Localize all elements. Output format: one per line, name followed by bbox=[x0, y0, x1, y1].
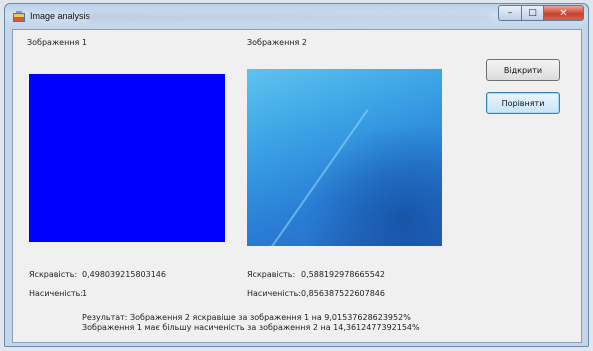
compare-button[interactable]: Порівняти bbox=[486, 92, 560, 114]
image1-brightness-value: 0,498039215803146 bbox=[82, 270, 166, 279]
minimize-button[interactable]: – bbox=[498, 5, 522, 21]
image1-saturation-value: 1 bbox=[82, 289, 88, 298]
title-bar[interactable]: Image analysis – □ ✕ bbox=[5, 4, 588, 29]
image2-label: Зображення 2 bbox=[247, 38, 307, 47]
maximize-icon: □ bbox=[528, 8, 537, 18]
image2-light-streak bbox=[269, 109, 369, 246]
close-icon: ✕ bbox=[559, 7, 568, 19]
image1-label: Зображення 1 bbox=[27, 38, 87, 47]
close-button[interactable]: ✕ bbox=[544, 5, 584, 21]
app-icon bbox=[13, 11, 25, 22]
image2-brightness-value: 0,588192978665542 bbox=[301, 270, 385, 279]
app-window: Image analysis – □ ✕ Зображення 1 Зображ… bbox=[4, 3, 589, 347]
minimize-icon: – bbox=[507, 8, 513, 18]
maximize-button[interactable]: □ bbox=[522, 5, 544, 21]
image2-brightness-label: Яскравість: bbox=[247, 270, 296, 279]
image2-saturation-value: 0,856387522607846 bbox=[301, 289, 385, 298]
image1-brightness-label: Яскравість: bbox=[29, 270, 78, 279]
form-client-area: Зображення 1 Зображення 2 Відкрити Порів… bbox=[12, 29, 582, 343]
image2-saturation-label: Насиченість: bbox=[247, 289, 302, 298]
window-controls: – □ ✕ bbox=[498, 5, 584, 22]
result-line-1: Результат: Зображення 2 яскравіше за зоб… bbox=[82, 313, 411, 322]
open-button[interactable]: Відкрити bbox=[486, 59, 560, 81]
window-title: Image analysis bbox=[30, 11, 91, 21]
image1-saturation-label: Насиченість: bbox=[29, 289, 84, 298]
image1-preview bbox=[29, 74, 225, 242]
image2-preview bbox=[247, 69, 442, 246]
result-line-2: Зображення 1 має більшу насиченість за з… bbox=[82, 323, 420, 332]
title-blurred-area bbox=[89, 12, 489, 21]
